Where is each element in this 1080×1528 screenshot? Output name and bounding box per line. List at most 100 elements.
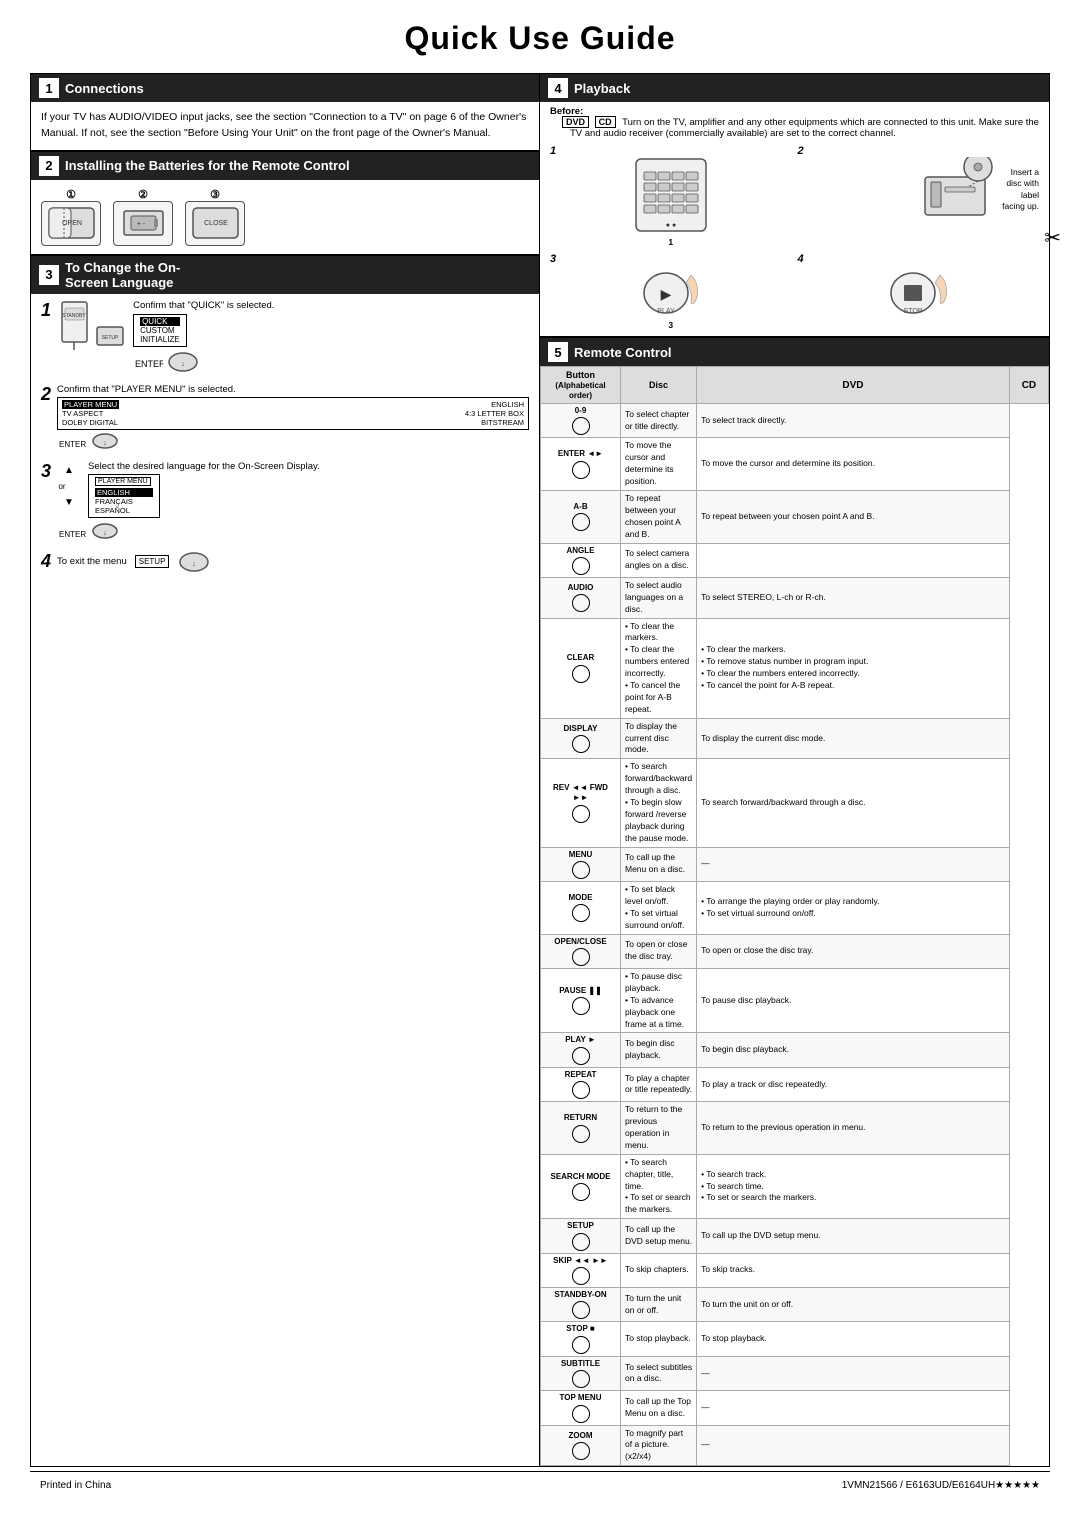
table-row: ANGLETo select camera angles on a disc.: [541, 543, 1049, 577]
remote-button-icon: [572, 1442, 590, 1460]
remote-dvd-cell: To call up the Top Menu on a disc.: [621, 1391, 697, 1425]
remote-dvd-cell: • To clear the markers.• To clear the nu…: [621, 618, 697, 718]
step2-player-menu: PLAYER MENU: [62, 400, 119, 409]
remote-cd-cell: To select track directly.: [697, 404, 1010, 438]
remote-button-icon: [572, 513, 590, 531]
remote-cd-cell: To select STEREO, L-ch or R-ch.: [697, 577, 1010, 618]
remote-cd-cell: • To arrange the playing order or play r…: [697, 882, 1010, 935]
remote-dvd-cell: To display the current disc mode.: [621, 718, 697, 759]
playback-step-2-num: 2: [798, 145, 804, 157]
step1-menu: QUICK CUSTOM INITIALIZE: [133, 314, 187, 347]
svg-text:↓: ↓: [103, 530, 107, 537]
dvd-logo: DVD: [562, 116, 589, 128]
remote-button-cell: SUBTITLE: [541, 1356, 621, 1390]
table-row: REV ◄◄ FWD ►►• To search forward/backwar…: [541, 759, 1049, 847]
table-row: SUBTITLETo select subtitles on a disc.—: [541, 1356, 1049, 1390]
playback-step-1-diagram: ● ●: [626, 157, 716, 237]
remote-button-cell: CLEAR: [541, 618, 621, 718]
remote-button-label: PAUSE ❚❚: [559, 986, 602, 996]
svg-text:▶: ▶: [660, 286, 671, 302]
playback-step-3-label: 3: [668, 320, 673, 330]
remote-dvd-cell: To stop playback.: [621, 1322, 697, 1356]
cd-logo: CD: [595, 116, 616, 128]
remote-button-icon: [572, 557, 590, 575]
connections-header: 1 Connections: [31, 74, 539, 102]
svg-text:▲: ▲: [64, 465, 74, 476]
page: Quick Use Guide 1 Connections If your TV…: [0, 0, 1080, 1528]
playback-step-2-content: Insert adisc withlabelfacing up.: [923, 157, 1039, 222]
remote-cd-cell: To search forward/backward through a dis…: [697, 759, 1010, 847]
playback-step-4-diagram: STOP: [878, 265, 958, 320]
remote-table-header-row: Button(Alphabetical order) Disc DVD CD: [541, 367, 1049, 404]
svg-text:↓: ↓: [193, 561, 197, 568]
connections-content: If your TV has AUDIO/VIDEO input jacks, …: [31, 102, 539, 150]
remote-cd-cell: —: [697, 847, 1010, 881]
battery-step-1: ① OPEN: [41, 188, 101, 246]
playback-step-2: 2 Inser: [798, 145, 1040, 247]
onscreen-step-4-num: 4: [41, 551, 51, 572]
step2-english: ENGLISH: [491, 400, 524, 409]
remote-dvd-cell: To turn the unit on or off.: [621, 1287, 697, 1321]
playback-step-4-num: 4: [798, 253, 804, 265]
onscreen-title: To Change the On-Screen Language: [65, 260, 180, 290]
footer-left: Printed in China: [40, 1480, 111, 1491]
svg-text:STANDBY: STANDBY: [62, 313, 86, 319]
onscreen-step-2: 2 Confirm that "PLAYER MENU" is selected…: [41, 384, 529, 453]
remote-cd-cell: • To clear the markers.• To remove statu…: [697, 618, 1010, 718]
left-column: 1 Connections If your TV has AUDIO/VIDEO…: [31, 74, 540, 1466]
remote-button-cell: A-B: [541, 490, 621, 543]
onscreen-step-1-diagrams: STANDBY SETUP: [57, 300, 125, 353]
remote-section: 5 Remote Control Button(Alphabetical ord…: [540, 337, 1049, 1466]
remote-dvd-cell: To repeat between your chosen point A an…: [621, 490, 697, 543]
remote-cd-cell: To skip tracks.: [697, 1253, 1010, 1287]
remote-cd-cell: To open or close the disc tray.: [697, 934, 1010, 968]
remote-button-label: RETURN: [564, 1113, 597, 1123]
step1-menu-custom: CUSTOM: [140, 326, 180, 335]
remote-button-label: PLAY ►: [565, 1035, 596, 1045]
remote-dvd-cell: To return to the previous operation in m…: [621, 1102, 697, 1155]
remote-button-icon: [572, 461, 590, 479]
svg-text:ENTER: ENTER: [135, 359, 163, 369]
right-column: 4 Playback Before: DVD CD Turn on the TV…: [540, 74, 1049, 1466]
remote-dvd-cell: To magnify part of a picture. (x2/x4): [621, 1425, 697, 1466]
remote-cd-cell: To repeat between your chosen point A an…: [697, 490, 1010, 543]
svg-text:↓: ↓: [181, 361, 185, 368]
remote-button-icon: [572, 1233, 590, 1251]
remote-cd-cell: —: [697, 1425, 1010, 1466]
step3-francais: FRANÇAIS: [95, 497, 153, 506]
playback-num: 4: [548, 78, 568, 98]
table-row: ZOOMTo magnify part of a picture. (x2/x4…: [541, 1425, 1049, 1466]
remote-button-cell: OPEN/CLOSE: [541, 934, 621, 968]
onscreen-step-3: 3 ▲ or ▼: [41, 461, 529, 543]
remote-button-cell: MODE: [541, 882, 621, 935]
step2-tv-aspect: TV ASPECT4:3 LETTER BOX: [62, 409, 524, 418]
table-row: SETUPTo call up the DVD setup menu.To ca…: [541, 1219, 1049, 1253]
playback-step-1-label: 1: [668, 237, 673, 247]
main-grid: 1 Connections If your TV has AUDIO/VIDEO…: [30, 73, 1050, 1467]
remote-button-label: STOP ■: [566, 1324, 595, 1334]
step2-enter: ENTER ↓: [57, 432, 529, 453]
playback-title: Playback: [574, 81, 630, 96]
batteries-num: 2: [39, 156, 59, 176]
remote-button-icon: [572, 904, 590, 922]
playback-step-1-num: 1: [550, 145, 556, 157]
battery-img-2: + -: [113, 201, 173, 246]
batteries-title: Installing the Batteries for the Remote …: [65, 158, 350, 173]
step3-enter: ENTER ↓: [57, 522, 529, 543]
remote-button-label: OPEN/CLOSE: [554, 937, 606, 947]
svg-text:OPEN: OPEN: [62, 220, 82, 227]
svg-text:PLAY: PLAY: [657, 308, 675, 315]
remote-button-icon: [572, 1405, 590, 1423]
page-title: Quick Use Guide: [30, 20, 1050, 57]
step3-arrows: ▲ or ▼: [57, 461, 82, 509]
remote-button-label: ENTER ◄►: [558, 449, 603, 459]
onscreen-step-1: 1 STANDBY: [41, 300, 529, 376]
remote-button-icon: [572, 1370, 590, 1388]
remote-button-cell: REPEAT: [541, 1067, 621, 1101]
remote-cd-cell: —: [697, 1391, 1010, 1425]
remote-dvd-cell: To select subtitles on a disc.: [621, 1356, 697, 1390]
onscreen-section: 3 To Change the On-Screen Language 1: [31, 255, 539, 587]
batteries-diagrams: ① OPEN ②: [31, 180, 539, 254]
onscreen-step-2-num: 2: [41, 384, 51, 405]
remote-dvd-cell: To skip chapters.: [621, 1253, 697, 1287]
